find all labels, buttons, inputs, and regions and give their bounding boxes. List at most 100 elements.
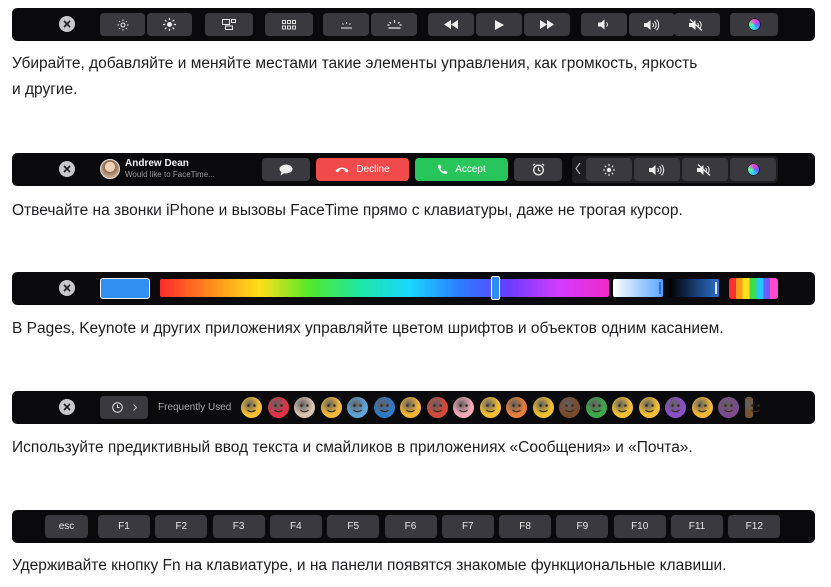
mission-control-button[interactable]	[205, 13, 253, 36]
remind-later-button[interactable]	[514, 158, 562, 181]
emoji-2[interactable]	[267, 397, 289, 418]
decline-button[interactable]: Decline	[316, 158, 409, 181]
close-icon	[63, 284, 71, 292]
function-key-f4[interactable]: F4	[269, 515, 322, 538]
emoji-9[interactable]	[453, 397, 474, 418]
play-button[interactable]	[476, 13, 522, 36]
alarm-clock-icon	[532, 163, 544, 176]
volume-button[interactable]	[634, 158, 680, 181]
color-presets-button[interactable]	[729, 278, 778, 299]
close-icon	[63, 403, 71, 411]
emoji-20[interactable]	[744, 397, 760, 418]
touch-bar-controls	[12, 8, 815, 41]
esc-key[interactable]: esc	[45, 515, 88, 538]
emoji-12[interactable]	[532, 397, 554, 418]
close-icon	[63, 20, 71, 28]
emoji-face-icon	[618, 404, 627, 413]
close-button[interactable]	[59, 16, 75, 32]
function-key-f5[interactable]: F5	[327, 515, 380, 538]
keyboard-light-up-button[interactable]	[371, 13, 417, 36]
selected-color-swatch[interactable]	[100, 278, 150, 299]
shade-slider-handle[interactable]	[715, 282, 717, 294]
mute-button[interactable]	[674, 13, 720, 36]
function-key-label: F11	[688, 521, 706, 532]
emoji-5[interactable]	[347, 397, 368, 418]
volume-down-icon	[598, 19, 608, 30]
function-key-label: F3	[232, 521, 245, 532]
emoji-10[interactable]	[479, 397, 501, 418]
emoji-face-icon	[644, 404, 654, 413]
brightness-down-button[interactable]	[100, 13, 145, 36]
emoji-14[interactable]	[585, 397, 607, 418]
close-icon	[63, 165, 71, 173]
caller-name: Andrew Dean	[125, 158, 189, 169]
function-key-f9[interactable]: F9	[556, 515, 609, 538]
keyboard-light-down-icon	[340, 21, 352, 28]
emoji-13[interactable]	[559, 397, 580, 418]
caption-controls: Убирайте, добавляйте и меняйте местами т…	[12, 51, 817, 103]
close-button[interactable]	[59, 280, 75, 296]
touch-bar-call: Andrew Dean Would like to FaceTime... De…	[12, 153, 815, 186]
volume-down-button[interactable]	[581, 13, 627, 36]
brightness-button[interactable]	[586, 158, 632, 181]
emoji-7[interactable]	[400, 397, 421, 418]
touch-bar-function-keys: esc F1 F2 F3 F4 F5 F6 F7 F8 F9 F10 F11 F12	[12, 510, 815, 543]
emoji-11[interactable]	[506, 397, 527, 418]
volume-up-button[interactable]	[629, 13, 675, 36]
emoji-19[interactable]	[718, 397, 739, 418]
play-icon	[494, 19, 504, 30]
brightness-down-icon	[117, 19, 128, 30]
emoji-18[interactable]	[691, 397, 713, 418]
touch-bar-color-picker	[12, 272, 815, 305]
tint-slider[interactable]	[613, 279, 663, 297]
accept-button[interactable]: Accept	[415, 158, 508, 181]
fast-forward-button[interactable]	[524, 13, 570, 36]
mute-button[interactable]	[682, 158, 728, 181]
emoji-8[interactable]	[426, 397, 448, 418]
emoji-face-icon	[671, 404, 680, 413]
tint-slider-handle[interactable]	[659, 282, 661, 294]
emoji-face-icon	[300, 404, 309, 413]
emoji-16[interactable]	[638, 397, 660, 418]
rewind-icon	[444, 20, 458, 29]
function-key-f12[interactable]: F12	[728, 515, 781, 538]
emoji-face-icon	[724, 404, 733, 413]
function-key-f7[interactable]: F7	[441, 515, 494, 538]
emoji-face-icon	[432, 404, 442, 413]
siri-button[interactable]	[730, 13, 778, 36]
function-key-f11[interactable]: F11	[671, 515, 723, 538]
hue-slider-handle[interactable]	[491, 276, 500, 300]
emoji-category-button[interactable]	[100, 396, 148, 419]
close-button[interactable]	[59, 161, 75, 177]
function-key-f8[interactable]: F8	[499, 515, 552, 538]
expand-strip-button[interactable]	[575, 162, 581, 175]
caption-function-keys: Удерживайте кнопку Fn на клавиатуре, и н…	[12, 557, 727, 574]
rewind-button[interactable]	[428, 13, 474, 36]
function-key-f6[interactable]: F6	[384, 515, 437, 538]
emoji-6[interactable]	[373, 397, 395, 418]
emoji-15[interactable]	[612, 397, 633, 418]
launchpad-button[interactable]	[265, 13, 313, 36]
function-key-f10[interactable]: F10	[613, 515, 666, 538]
message-button[interactable]	[262, 158, 310, 181]
siri-button[interactable]	[730, 158, 776, 181]
function-key-label: F7	[461, 521, 474, 532]
caption-line: Убирайте, добавляйте и меняйте местами т…	[12, 55, 698, 72]
function-key-f1[interactable]: F1	[98, 515, 150, 538]
function-key-f2[interactable]: F2	[155, 515, 208, 538]
close-button[interactable]	[59, 399, 75, 415]
emoji-face-icon	[326, 404, 336, 413]
keyboard-light-down-button[interactable]	[323, 13, 369, 36]
emoji-1[interactable]	[241, 397, 262, 418]
shade-slider[interactable]	[669, 279, 719, 297]
hue-slider[interactable]	[160, 279, 609, 297]
emoji-face-icon	[750, 404, 760, 413]
emoji-3[interactable]	[294, 397, 315, 418]
function-key-f3[interactable]: F3	[212, 515, 265, 538]
brightness-up-button[interactable]	[147, 13, 192, 36]
emoji-section-label: Frequently Used	[158, 402, 232, 413]
emoji-4[interactable]	[320, 397, 342, 418]
function-key-label: F4	[290, 521, 302, 532]
emoji-17[interactable]	[665, 397, 686, 418]
function-key-label: F1	[118, 521, 130, 532]
